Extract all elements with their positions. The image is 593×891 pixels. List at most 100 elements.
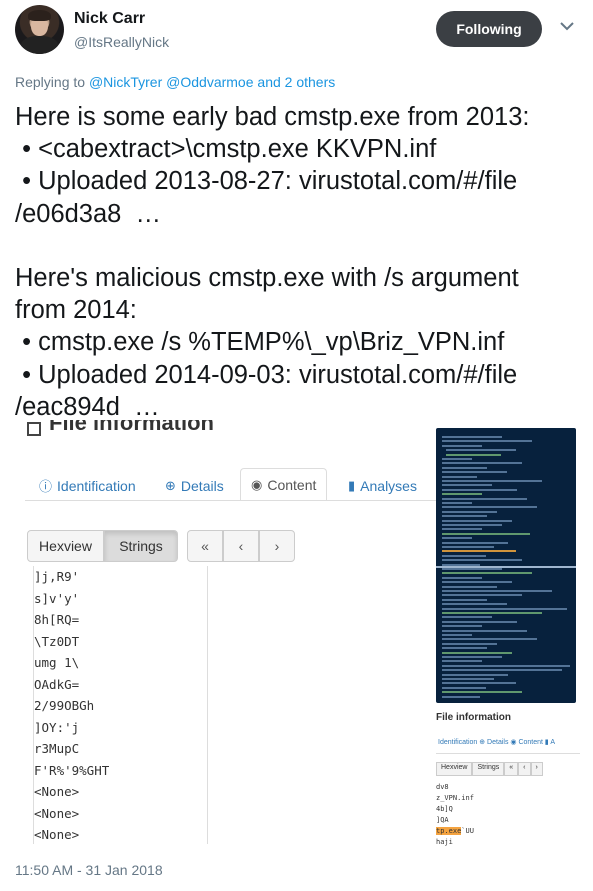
replying-prefix: Replying to [15, 74, 86, 90]
terminal-text-line [442, 532, 530, 535]
terminal-text-line [442, 634, 472, 636]
terminal-text-line [442, 559, 522, 562]
terminal-text-line [442, 603, 507, 606]
tweet-line [15, 230, 583, 262]
terminal-text-line [442, 568, 502, 570]
tweet-line: /eac894d … [15, 392, 160, 421]
terminal-text-line [442, 625, 482, 628]
section-title: File information [49, 420, 214, 435]
tab-identification[interactable]: ⓘ Identification [39, 470, 136, 501]
avatar-hair [28, 10, 51, 21]
terminal-text-line [442, 515, 487, 518]
terminal-text-line [442, 550, 516, 553]
mini-file-information: File information Identification ⊕ Detail… [436, 710, 580, 850]
tweet-line: • cmstp.exe /s %TEMP%\_vp\Briz_VPN.inf [15, 328, 505, 357]
string-row: 8h[RQ= [34, 612, 80, 627]
terminal-text-line [442, 497, 527, 500]
tab-analyses[interactable]: ▮ Analyses [348, 470, 417, 501]
tab-label: Analyses [360, 477, 417, 494]
terminal-text-line [446, 449, 516, 452]
tweet-text: Here is some early bad cmstp.exe from 20… [15, 101, 583, 423]
terminal-text-line [442, 546, 494, 548]
hexview-button[interactable]: Hexview [27, 530, 104, 562]
mini-strings-highlight: tp.exe [436, 827, 462, 835]
string-row: <None> [34, 827, 80, 842]
strings-list[interactable]: ]j,R9' s]v'y' 8h[RQ= \Tz0DT umg 1\ OAdkG= 2/99… [33, 566, 208, 844]
tab-label: Identification [57, 477, 136, 494]
terminal-text-line [442, 669, 562, 672]
terminal-text-line [442, 444, 482, 447]
file-information-screenshot[interactable]: File information ⓘ Identification ⊕ Deta… [15, 420, 436, 850]
view-toggle: Hexview Strings [27, 530, 178, 562]
terminal-text-line [442, 678, 494, 680]
terminal-text-line [442, 647, 487, 650]
mini-strings-button: Strings [472, 762, 505, 776]
terminal-text-line [442, 682, 516, 685]
terminal-text-line [442, 462, 522, 465]
string-row: ]j,R9' [34, 569, 80, 584]
terminal-text-line [442, 620, 517, 623]
timestamp[interactable]: 11:50 AM - 31 Jan 2018 [15, 862, 163, 878]
terminal-text-line [442, 576, 482, 579]
tab-label: Content [267, 476, 317, 493]
terminal-text-line [442, 594, 522, 597]
zoom-icon: ⊕ [165, 477, 176, 493]
next-page-icon[interactable]: › [259, 530, 295, 562]
tweet-line: from 2014: [15, 296, 137, 325]
terminal-screenshot [436, 428, 576, 703]
tweet-line: /e06d3a8 … [15, 199, 162, 228]
terminal-text-line [442, 458, 472, 460]
tweet-line: • Uploaded 2013-08-27: virustotal.com/#/… [15, 167, 518, 196]
handle[interactable]: @ItsReallyNick [74, 34, 169, 50]
terminal-text-line [442, 488, 517, 491]
tweet-line: • Uploaded 2014-09-03: virustotal.com/#/… [15, 360, 518, 389]
terminal-text-line [442, 664, 570, 667]
replying-users-link[interactable]: @NickTyrer @Oddvarmoe [89, 74, 254, 90]
terminal-text-line [442, 475, 477, 478]
display-name[interactable]: Nick Carr [74, 10, 145, 28]
prev-page-icon[interactable]: ‹ [223, 530, 259, 562]
shield-icon: ▮ [348, 477, 356, 493]
first-page-icon[interactable]: « [187, 530, 223, 562]
terminal-text-line [442, 590, 552, 592]
strings-button[interactable]: Strings [104, 530, 178, 562]
terminal-text-line [442, 440, 532, 443]
string-row: r3MupC [34, 741, 80, 756]
terminal-text-line [442, 686, 486, 689]
terminal-text-line [442, 480, 542, 482]
tab-content[interactable]: ◉ Content [240, 468, 328, 501]
terminal-text-line [442, 629, 527, 632]
terminal-text-line [442, 493, 482, 496]
side-screenshots[interactable]: File information Identification ⊕ Detail… [436, 428, 580, 850]
mini-strings-before: dv8 z_VPN.inf 4b]Q ]QA [436, 783, 474, 824]
mini-hexview-button: Hexview [436, 762, 473, 776]
mini-buttons: Hexview Strings « ‹ › [436, 762, 543, 776]
info-icon: ⓘ [39, 479, 53, 494]
tweet-line: Here's malicious cmstp.exe with /s argum… [15, 263, 519, 292]
replying-others-link[interactable]: and 2 others [257, 74, 335, 90]
string-row: F'R%'9%GHT [34, 762, 110, 778]
terminal-text-line [442, 585, 497, 588]
tab-details[interactable]: ⊕ Details [165, 470, 224, 501]
string-row: 2/99OBGh [34, 698, 95, 713]
terminal-text-line [442, 612, 542, 614]
avatar[interactable] [15, 5, 64, 54]
terminal-text-line [442, 572, 532, 575]
tab-label: Details [180, 477, 224, 494]
terminal-text-line [442, 510, 497, 513]
mini-tabs: Identification ⊕ Details ◉ Content ▮ A [438, 739, 555, 746]
terminal-text-line [442, 598, 487, 601]
terminal-text-line [442, 607, 567, 610]
terminal-text-line [442, 502, 472, 504]
following-button[interactable]: Following [436, 11, 542, 47]
string-row: umg 1\ [34, 655, 80, 670]
terminal-text-line [442, 519, 512, 522]
string-row: <None> [34, 805, 80, 821]
terminal-text-line [442, 563, 480, 566]
terminal-text-line [442, 656, 502, 658]
avatar-body [21, 36, 58, 54]
chevron-down-icon[interactable] [559, 18, 575, 34]
terminal-text-line [442, 691, 522, 694]
tweet-header: Nick Carr @ItsReallyNick Following [0, 0, 593, 66]
tweet-media[interactable]: File information ⓘ Identification ⊕ Deta… [15, 420, 580, 850]
